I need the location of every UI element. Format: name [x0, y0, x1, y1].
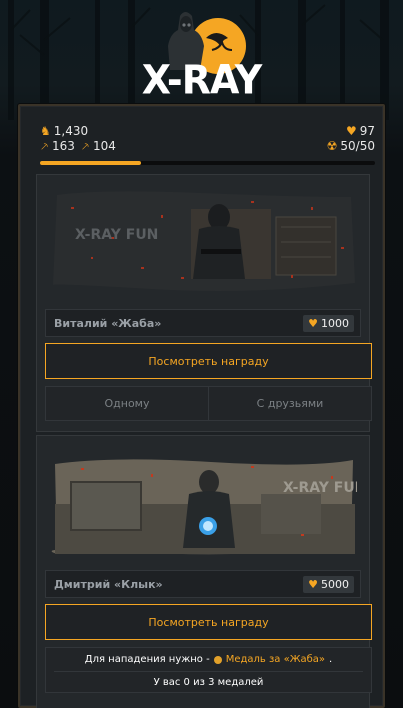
price-badge: ♥ 1000 — [303, 314, 354, 332]
pickaxe-icon: ⸕ — [40, 139, 50, 153]
banner-watermark-1: X-RAY FUN — [75, 227, 158, 243]
pickaxe-icon: ⸕ — [80, 139, 90, 153]
stats-bar: ♞ 1,430 ⸕ 163 ⸕ 104 ♥ 97 ☢ 50/50 — [40, 118, 377, 158]
with-friends-button[interactable]: С друзьями — [208, 387, 371, 420]
heart-icon: ♥ — [308, 577, 318, 591]
pickaxe-a-value: 163 — [52, 139, 75, 153]
boss-card-1: X-RAY FUN Виталий «Жаба» ♥ 1000 Посмотре… — [36, 174, 372, 432]
heart-icon: ♥ — [345, 124, 357, 138]
view-reward-button[interactable]: Посмотреть награду — [45, 604, 372, 640]
pickaxe-b-value: 104 — [92, 139, 116, 153]
progress-fill — [40, 161, 141, 165]
logo: X-RAY — [0, 0, 403, 104]
medal-link[interactable]: Медаль за «Жаба» — [226, 654, 325, 665]
medal-count: У вас 0 из 3 медалей — [153, 677, 264, 688]
view-reward-button[interactable]: Посмотреть награду — [45, 343, 372, 379]
banner-watermark-2: X-RAY FUN — [283, 480, 357, 496]
price-value: 1000 — [321, 316, 349, 330]
boss-name-row-1: Виталий «Жаба» ♥ 1000 — [45, 309, 361, 337]
hearts-stat: ♥ 97 — [346, 124, 375, 138]
boss-name: Виталий «Жаба» — [54, 316, 162, 330]
medal-icon — [213, 655, 222, 664]
hearts-value: 97 — [359, 124, 375, 138]
attack-requirement: Для нападения нужно - Медаль за «Жаба». … — [45, 647, 372, 693]
trophies-value: 1,430 — [53, 124, 89, 138]
radiation-icon: ☢ — [326, 139, 338, 153]
progress-bar — [40, 161, 375, 165]
price-badge: ♥ 5000 — [303, 575, 354, 593]
heart-icon: ♥ — [308, 316, 318, 330]
boss-name-row-2: Дмитрий «Клык» ♥ 5000 — [45, 570, 361, 598]
divider — [54, 671, 363, 672]
boss-name: Дмитрий «Клык» — [54, 577, 163, 591]
boss-card-2: X-RAY FUN Дмитрий «Клык» ♥ 5000 Посмотре… — [36, 435, 372, 708]
requirement-line: Для нападения нужно - Медаль за «Жаба». — [46, 654, 371, 665]
radiation-stat: ☢ 50/50 — [327, 139, 375, 153]
price-value: 5000 — [321, 577, 349, 591]
attack-mode-toggle: Одному С друзьями — [45, 386, 372, 421]
requirement-prefix: Для нападения нужно - — [84, 654, 210, 665]
logo-text: X-RAY — [141, 56, 263, 104]
boss-banner-1: X-RAY FUN — [51, 187, 357, 297]
radiation-value: 50/50 — [340, 139, 375, 153]
main-panel: ♞ 1,430 ⸕ 163 ⸕ 104 ♥ 97 ☢ 50/50 X-RAY F… — [18, 104, 385, 708]
requirement-suffix: . — [329, 654, 333, 665]
solo-button[interactable]: Одному — [46, 387, 208, 420]
pickaxe-stat-a: ⸕ 163 ⸕ 104 — [40, 139, 116, 153]
trophy-icon: ♞ — [40, 124, 51, 138]
boss-banner-2: X-RAY FUN — [51, 454, 357, 564]
trophies-stat: ♞ 1,430 — [40, 124, 88, 138]
